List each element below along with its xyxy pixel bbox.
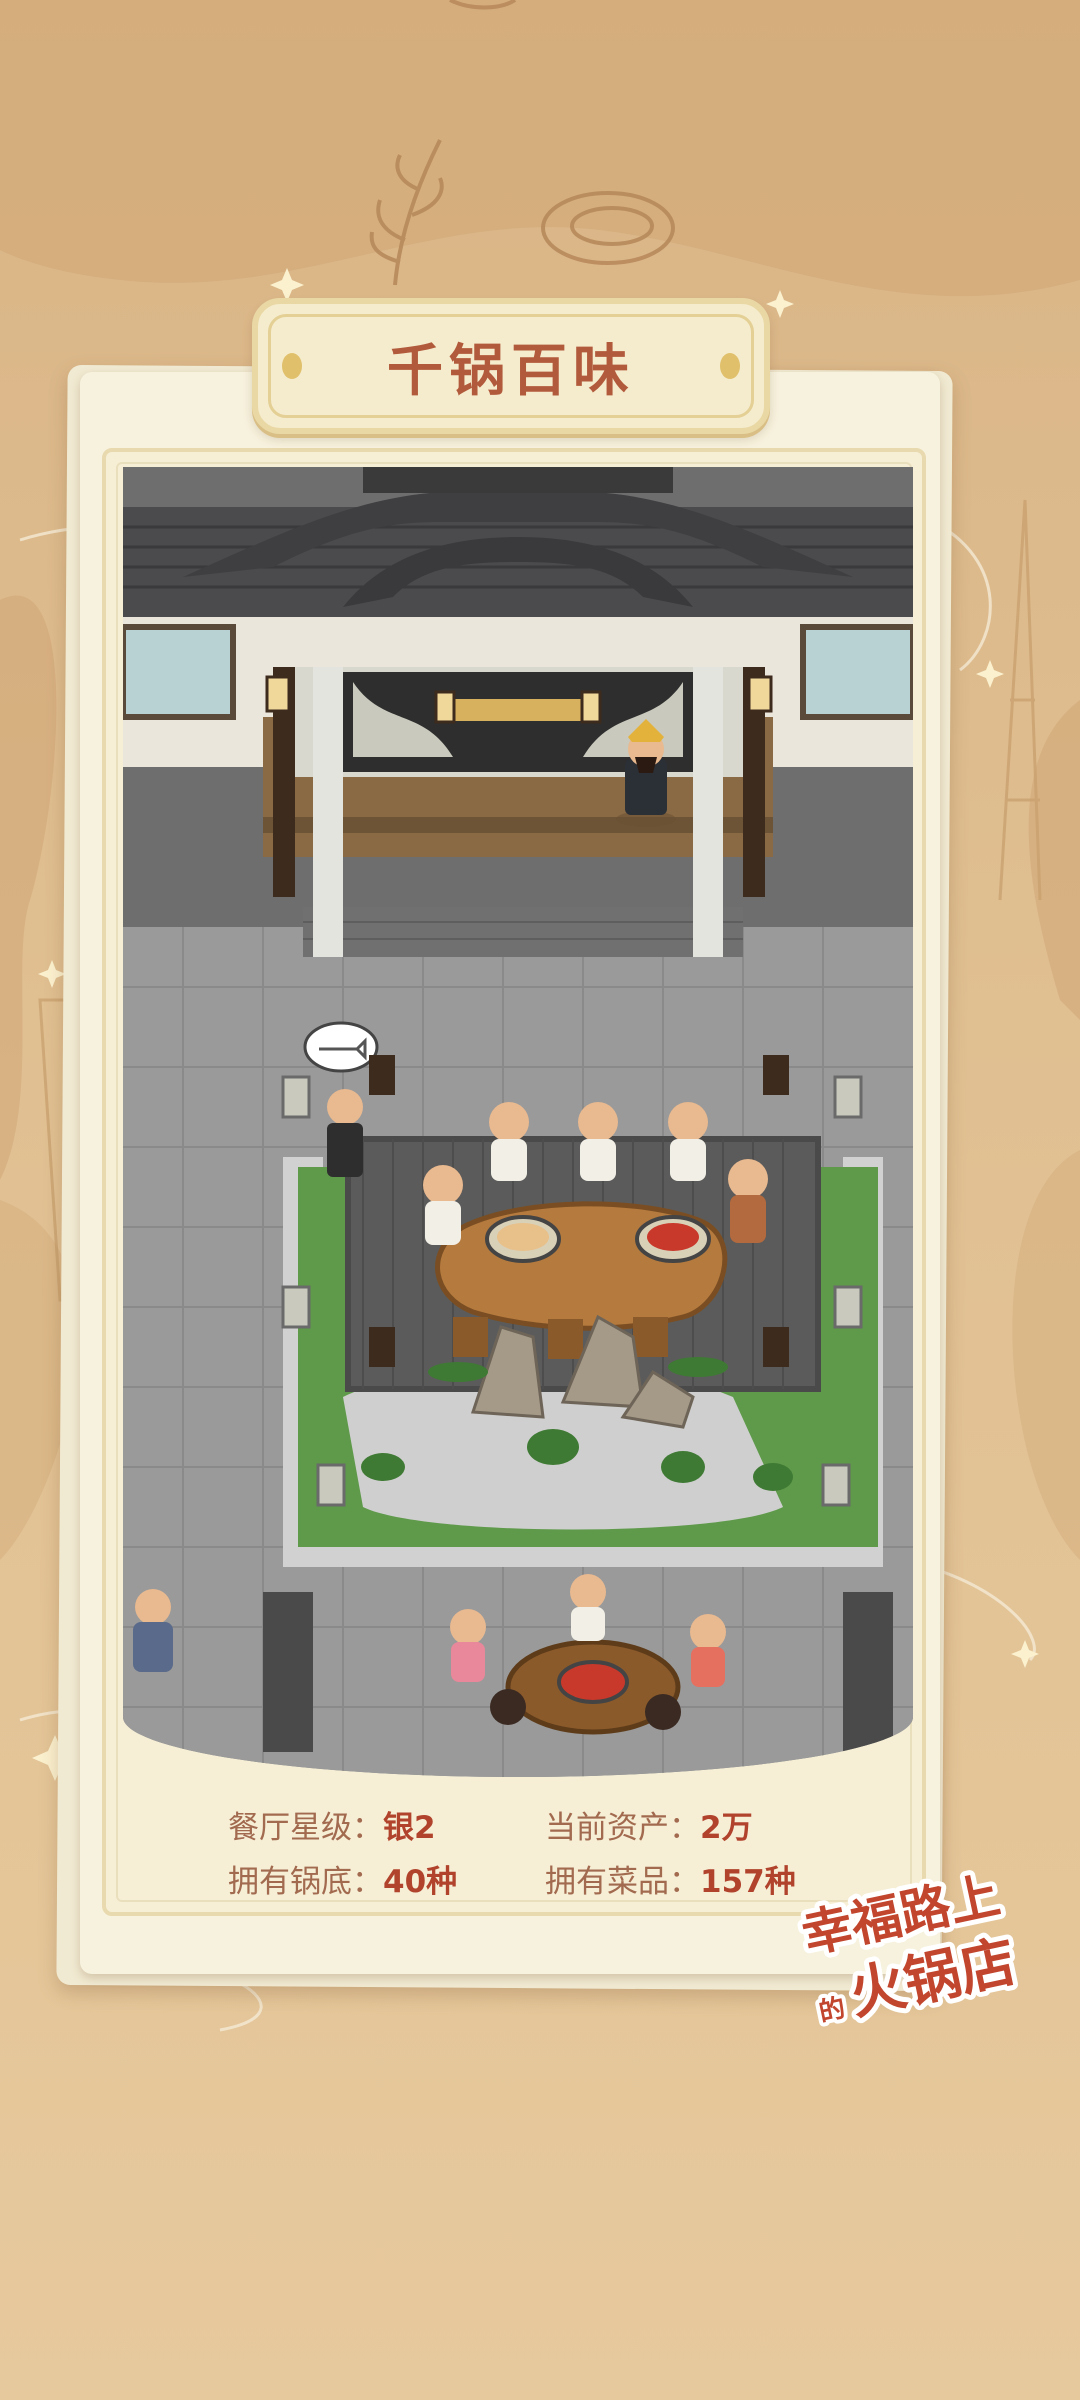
plaque-dot-left (282, 353, 302, 379)
title-plaque: 千锅百味 (252, 298, 770, 434)
stat-current-assets: 当前资产：2万 (545, 1810, 753, 1846)
restaurant-scene-image (123, 467, 913, 1777)
page-title: 千锅百味 (387, 337, 635, 404)
plaque-dot-right (720, 353, 740, 379)
stat-dishes: 拥有菜品：157种 (545, 1864, 796, 1900)
stat-restaurant-rank: 餐厅星级：银2 (228, 1810, 436, 1846)
logo-small: 的 (816, 1992, 848, 2028)
restaurant-stats: 餐厅星级：银2 当前资产：2万 拥有锅底：40种 拥有菜品：157种 (228, 1802, 848, 1922)
stat-soup-bases: 拥有锅底：40种 (228, 1864, 458, 1900)
